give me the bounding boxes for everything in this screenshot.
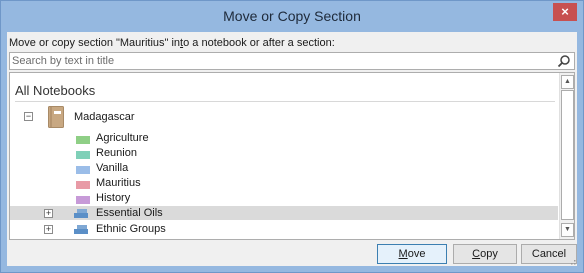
instruction-text: Move or copy section "Mauritius" into a … bbox=[9, 37, 335, 49]
scroll-up-button[interactable]: ▲ bbox=[561, 75, 574, 89]
dialog-title: Move or Copy Section bbox=[223, 8, 361, 24]
section-item-mauritius[interactable]: Mauritius bbox=[96, 177, 141, 189]
expand-group-button[interactable]: + bbox=[44, 209, 53, 218]
move-copy-dialog: Move or Copy Section × Move or copy sect… bbox=[0, 0, 584, 273]
selected-row-highlight bbox=[10, 206, 558, 220]
search-input[interactable] bbox=[12, 53, 552, 69]
search-box[interactable] bbox=[9, 52, 575, 70]
header-divider bbox=[15, 101, 555, 102]
section-tab-icon bbox=[76, 181, 90, 189]
section-tab-icon bbox=[76, 136, 90, 144]
section-tab-icon bbox=[76, 151, 90, 159]
scroll-thumb[interactable] bbox=[561, 90, 574, 220]
section-tab-icon bbox=[76, 166, 90, 174]
move-button[interactable]: Move bbox=[377, 244, 447, 264]
section-group-ethnic-groups[interactable]: Ethnic Groups bbox=[96, 223, 166, 235]
title-bar: Move or Copy Section × bbox=[1, 1, 583, 31]
scroll-down-button[interactable]: ▼ bbox=[561, 223, 574, 237]
resize-grip-icon[interactable] bbox=[568, 257, 576, 265]
vertical-scrollbar[interactable]: ▲ ▼ bbox=[559, 73, 574, 239]
search-icon[interactable] bbox=[557, 54, 571, 68]
section-item-reunion[interactable]: Reunion bbox=[96, 147, 137, 159]
notebook-item-madagascar[interactable]: Madagascar bbox=[74, 111, 135, 123]
notebook-icon bbox=[48, 106, 64, 128]
copy-button[interactable]: Copy bbox=[453, 244, 517, 264]
dialog-body: Move or copy section "Mauritius" into a … bbox=[7, 32, 577, 266]
section-group-icon bbox=[74, 209, 88, 218]
section-item-vanilla[interactable]: Vanilla bbox=[96, 162, 128, 174]
collapse-notebook-button[interactable]: − bbox=[24, 112, 33, 121]
expand-group-button[interactable]: + bbox=[44, 225, 53, 234]
section-tab-icon bbox=[76, 196, 90, 204]
all-notebooks-header: All Notebooks bbox=[15, 83, 96, 98]
section-item-agriculture[interactable]: Agriculture bbox=[96, 132, 149, 144]
notebook-tree[interactable]: All Notebooks − Madagascar Agriculture R… bbox=[9, 72, 575, 240]
section-group-essential-oils[interactable]: Essential Oils bbox=[96, 207, 163, 219]
section-group-icon bbox=[74, 225, 88, 234]
section-item-history[interactable]: History bbox=[96, 192, 130, 204]
close-button[interactable]: × bbox=[553, 3, 577, 21]
